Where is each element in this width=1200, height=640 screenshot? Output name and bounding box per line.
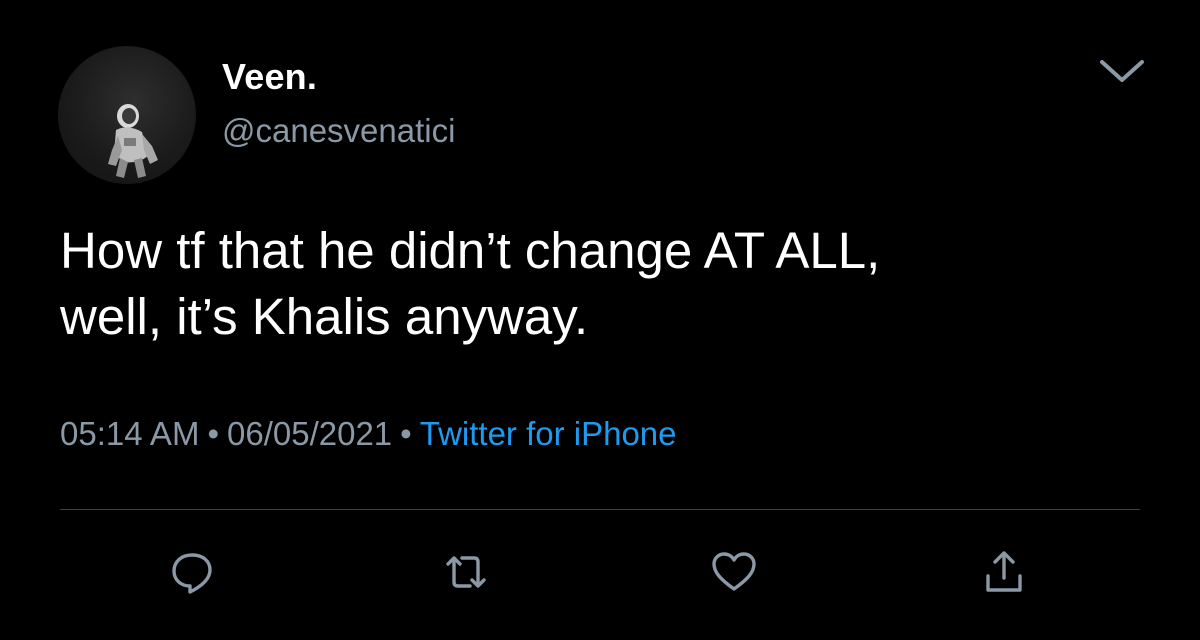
separator-dot: • — [400, 415, 412, 452]
user-handle[interactable]: @canesvenatici — [222, 112, 455, 150]
retweet-icon — [446, 556, 486, 588]
tweet-date[interactable]: 06/05/2021 — [227, 415, 392, 452]
display-name[interactable]: Veen. — [222, 56, 317, 98]
like-button[interactable] — [710, 548, 758, 596]
separator-dot: • — [207, 415, 219, 452]
share-icon — [986, 551, 1022, 592]
tweet-metadata: 05:14 AM • 06/05/2021 • Twitter for iPhone — [60, 415, 677, 453]
reply-button[interactable] — [168, 548, 216, 596]
tweet-time[interactable]: 05:14 AM — [60, 415, 199, 452]
reply-icon — [172, 553, 212, 594]
avatar[interactable] — [58, 46, 196, 184]
tweet-card: Veen. @canesvenatici How tf that he didn… — [0, 0, 1200, 640]
tweet-source-link[interactable]: Twitter for iPhone — [420, 415, 677, 452]
heart-icon — [712, 552, 756, 591]
share-button[interactable] — [980, 548, 1028, 596]
retweet-button[interactable] — [442, 548, 490, 596]
astronaut-icon — [108, 104, 158, 178]
chevron-down-icon[interactable] — [1096, 50, 1148, 90]
divider — [60, 509, 1140, 510]
tweet-text: How tf that he didn’t change AT ALL, wel… — [60, 222, 881, 345]
